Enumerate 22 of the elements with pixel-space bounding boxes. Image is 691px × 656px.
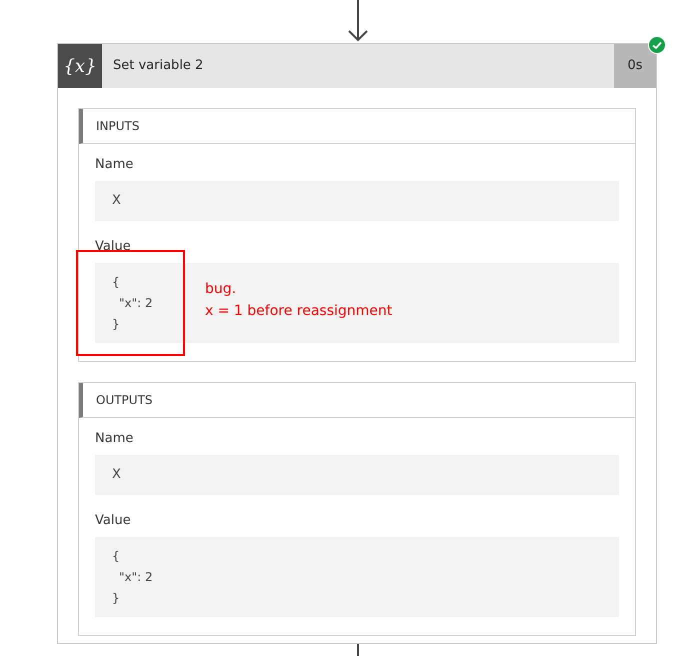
- field-label: Name: [95, 156, 134, 174]
- code-line: "x": 2: [118, 294, 154, 312]
- field-label: Value: [95, 512, 132, 530]
- annotation-text: x = 1 before reassignment: [205, 302, 392, 321]
- field-label: Name: [95, 430, 134, 448]
- down-arrow-icon: [347, 0, 369, 42]
- variable-icon: {x}: [58, 44, 102, 88]
- code-line: "x": 2: [118, 568, 154, 586]
- annotation-text: bug.: [205, 280, 238, 299]
- card-title: Set variable 2: [112, 57, 204, 76]
- value-field: X: [95, 455, 619, 495]
- duration-label: 0s: [614, 44, 656, 88]
- section-header[interactable]: INPUTS: [79, 109, 635, 144]
- code-line: }: [112, 590, 121, 606]
- section-header[interactable]: OUTPUTS: [79, 383, 635, 418]
- connector-line: [357, 644, 359, 656]
- field-label: Value: [95, 238, 132, 256]
- value-field: X: [95, 181, 619, 221]
- code-line: {: [112, 274, 121, 290]
- card-header[interactable]: {x} Set variable 2 0s: [58, 44, 656, 88]
- code-line: }: [112, 316, 121, 332]
- code-line: {: [112, 548, 121, 564]
